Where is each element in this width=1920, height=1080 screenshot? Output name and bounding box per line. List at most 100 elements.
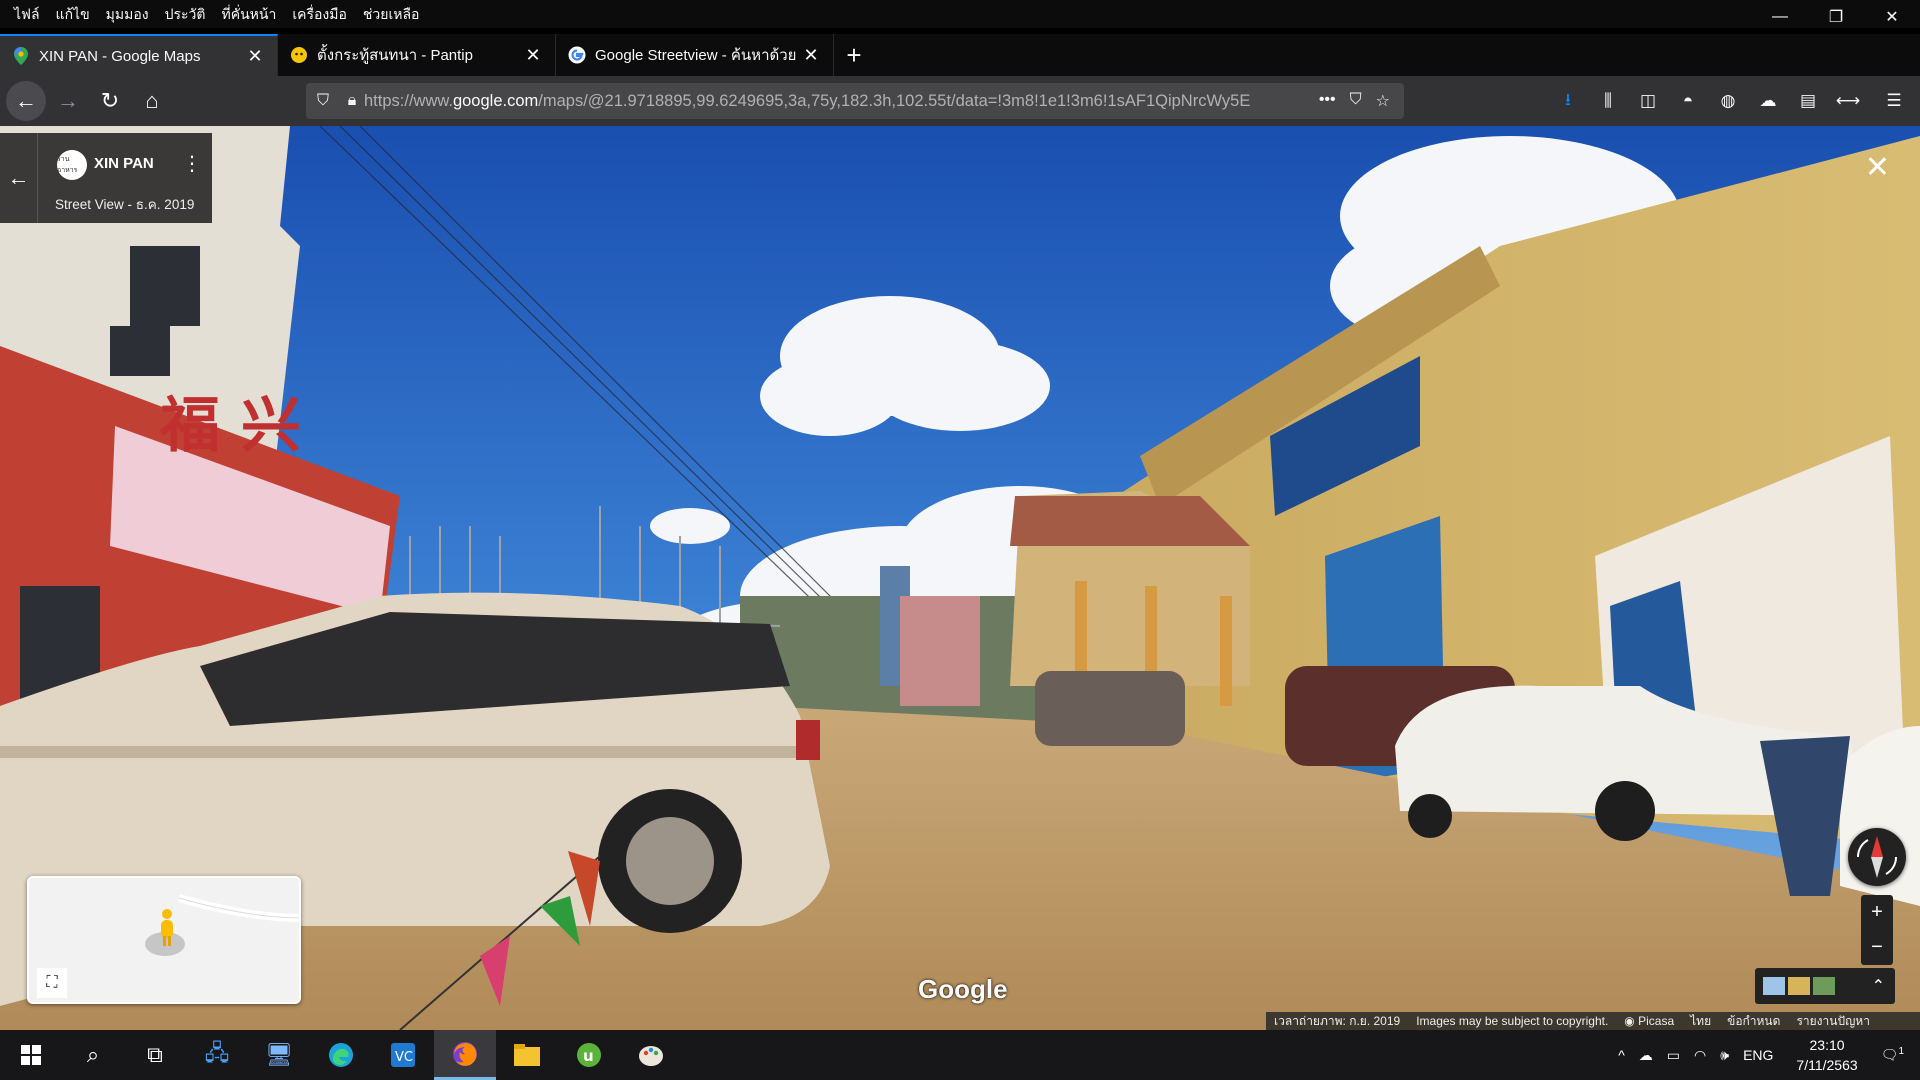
- close-tab-icon[interactable]: ✕: [245, 46, 265, 67]
- picasa-label: Picasa: [1638, 1014, 1675, 1028]
- extension-globe-icon[interactable]: ◍: [1708, 83, 1748, 119]
- remote-desktop-icon[interactable]: 🖧︎: [186, 1030, 248, 1080]
- menu-bar: ไฟล์ แก้ไข มุมมอง ประวัติ ที่คั่นหน้า เค…: [0, 0, 1920, 28]
- copyright-notice: Images may be subject to copyright.: [1416, 1014, 1609, 1028]
- tab-pantip[interactable]: ตั้งกระทู้สนทนา - Pantip ✕: [278, 34, 556, 76]
- url-domain: google.com: [452, 91, 539, 110]
- download-icon[interactable]: ⭳: [1548, 83, 1588, 119]
- place-name[interactable]: XIN PAN: [94, 155, 154, 172]
- menu-tools[interactable]: เครื่องมือ: [284, 0, 355, 28]
- google-g-icon: [568, 46, 586, 64]
- tab-google-search[interactable]: Google Streetview - ค้นหาด้วย G ✕: [556, 34, 834, 76]
- extension-avatar-icon[interactable]: ◓: [1668, 83, 1708, 119]
- close-street-view-icon[interactable]: ✕: [1865, 150, 1890, 185]
- compass-icon[interactable]: [1848, 828, 1906, 886]
- clock-date: 7/11/2563: [1796, 1057, 1858, 1073]
- menu-help[interactable]: ช่วยเหลือ: [355, 0, 428, 28]
- report-problem-link[interactable]: รายงานปัญหา: [1796, 1012, 1870, 1030]
- task-view-icon[interactable]: ⧉: [124, 1030, 186, 1080]
- new-tab-button[interactable]: +: [834, 34, 874, 76]
- extension-cloud-icon[interactable]: ☁: [1748, 83, 1788, 119]
- svg-text:u: u: [583, 1047, 594, 1065]
- url-text[interactable]: https://www.google.com/maps/@21.9718895,…: [364, 92, 1319, 111]
- window-controls: — ❐ ✕: [1752, 0, 1920, 34]
- edge-browser-icon[interactable]: [310, 1030, 372, 1080]
- utorrent-icon[interactable]: u: [558, 1030, 620, 1080]
- zoom-in-button[interactable]: +: [1861, 895, 1893, 930]
- show-hidden-icons-chevron-icon[interactable]: ^: [1611, 1047, 1632, 1063]
- hamburger-menu-icon[interactable]: ☰: [1868, 83, 1920, 119]
- translate-icon[interactable]: ⟷: [1828, 83, 1868, 119]
- terms-link[interactable]: ข้อกำหนด: [1727, 1012, 1780, 1030]
- paint-icon[interactable]: [620, 1030, 682, 1080]
- page-actions-icon[interactable]: •••: [1319, 91, 1336, 111]
- pocket-icon[interactable]: ⛉: [1350, 91, 1362, 111]
- minimize-button[interactable]: —: [1752, 0, 1808, 34]
- pegman-icon[interactable]: [157, 908, 177, 957]
- extension-zip-icon[interactable]: ▤: [1788, 83, 1828, 119]
- url-bar[interactable]: ⛉ 🔒︎ https://www.google.com/maps/@21.971…: [306, 83, 1404, 119]
- tab-bar: XIN PAN - Google Maps ✕ ตั้งกระทู้สนทนา …: [0, 34, 1920, 76]
- notification-count: 1: [1898, 1046, 1904, 1058]
- picasa-link[interactable]: ◉ Picasa: [1624, 1014, 1674, 1028]
- place-info-card: ← ร้านอาหาร XIN PAN ⋮ Street View - ธ.ค.…: [0, 133, 212, 223]
- navigation-toolbar: ← → ↻ ⌂ ⛉ 🔒︎ https://www.google.com/maps…: [0, 76, 1920, 126]
- back-arrow-icon[interactable]: ←: [6, 81, 46, 121]
- tab-title: ตั้งกระทู้สนทนา - Pantip: [317, 47, 473, 64]
- clock[interactable]: 23:10 7/11/2563: [1780, 1035, 1873, 1075]
- tab-title: XIN PAN - Google Maps: [39, 47, 201, 65]
- google-watermark: Google: [918, 974, 1008, 1004]
- battery-icon[interactable]: ▭: [1660, 1047, 1687, 1064]
- notification-center-icon[interactable]: 🗨︎1: [1874, 1046, 1920, 1064]
- imagery-thumb[interactable]: [1813, 977, 1835, 995]
- system-tray: ^ ☁ ▭ ◠ 🕪︎ ENG 23:10 7/11/2563 🗨︎1: [1611, 1030, 1920, 1080]
- close-tab-icon[interactable]: ✕: [523, 45, 543, 66]
- lock-icon[interactable]: 🔒︎: [340, 92, 364, 110]
- wifi-icon[interactable]: ◠: [1687, 1047, 1713, 1064]
- start-windows-icon[interactable]: [0, 1030, 62, 1080]
- pantip-icon: [290, 46, 308, 64]
- menu-history[interactable]: ประวัติ: [157, 0, 214, 28]
- app-menu: ไฟล์ แก้ไข มุมมอง ประวัติ ที่คั่นหน้า เค…: [0, 0, 427, 28]
- input-language[interactable]: ENG: [1736, 1047, 1780, 1063]
- zoom-out-button[interactable]: −: [1861, 930, 1893, 965]
- file-explorer-icon[interactable]: [496, 1030, 558, 1080]
- menu-view[interactable]: มุมมอง: [98, 0, 157, 28]
- home-icon[interactable]: ⌂: [132, 81, 172, 121]
- capture-date: เวลาถ่ายภาพ: ก.ย. 2019: [1274, 1013, 1401, 1028]
- reload-icon[interactable]: ↻: [90, 81, 130, 121]
- tracking-shield-icon[interactable]: ⛉: [306, 92, 340, 110]
- restore-button[interactable]: ❐: [1808, 0, 1864, 34]
- onedrive-cloud-icon[interactable]: ☁: [1632, 1047, 1660, 1064]
- imagery-switcher[interactable]: ⌃: [1755, 968, 1895, 1004]
- url-prefix: https://www.: [364, 91, 453, 110]
- imagery-thumb[interactable]: [1763, 977, 1785, 995]
- close-window-button[interactable]: ✕: [1864, 0, 1920, 34]
- map-footer: เวลาถ่ายภาพ: ก.ย. 2019 Images may be sub…: [1266, 1012, 1920, 1030]
- vs-code-icon[interactable]: VC: [372, 1030, 434, 1080]
- sidebar-icon[interactable]: ◫: [1628, 83, 1668, 119]
- menu-edit[interactable]: แก้ไข: [48, 0, 98, 28]
- volume-icon[interactable]: 🕪︎: [1713, 1047, 1736, 1064]
- firefox-icon[interactable]: [434, 1030, 496, 1080]
- bookmark-star-icon[interactable]: ☆: [1376, 91, 1390, 111]
- close-tab-icon[interactable]: ✕: [801, 45, 821, 66]
- search-icon[interactable]: ⌕: [62, 1030, 124, 1080]
- mini-map[interactable]: ⛶: [27, 876, 301, 1004]
- imagery-thumb[interactable]: [1788, 977, 1810, 995]
- more-options-icon[interactable]: ⋮: [182, 151, 202, 176]
- menu-file[interactable]: ไฟล์: [6, 0, 48, 28]
- url-actions: ••• ⛉ ☆: [1319, 91, 1404, 111]
- svg-text:VC: VC: [395, 1050, 413, 1065]
- expand-map-icon[interactable]: ⛶: [37, 968, 67, 998]
- forward-arrow-icon[interactable]: →: [48, 81, 88, 121]
- windows-taskbar: ⌕ ⧉ 🖧︎ 🖥︎ VC u ^ ☁ ▭ ◠ 🕪︎ ENG 23:10 7/11…: [0, 1030, 1920, 1080]
- computer-settings-icon[interactable]: 🖥︎: [248, 1030, 310, 1080]
- menu-bookmarks[interactable]: ที่คั่นหน้า: [214, 0, 285, 28]
- language-link[interactable]: ไทย: [1690, 1012, 1711, 1030]
- chevron-up-icon[interactable]: ⌃: [1872, 976, 1885, 996]
- back-to-map-icon[interactable]: ←: [0, 133, 38, 223]
- library-icon[interactable]: ⫼: [1588, 83, 1628, 119]
- tab-google-maps[interactable]: XIN PAN - Google Maps ✕: [0, 34, 278, 76]
- place-avatar[interactable]: ร้านอาหาร: [57, 150, 87, 180]
